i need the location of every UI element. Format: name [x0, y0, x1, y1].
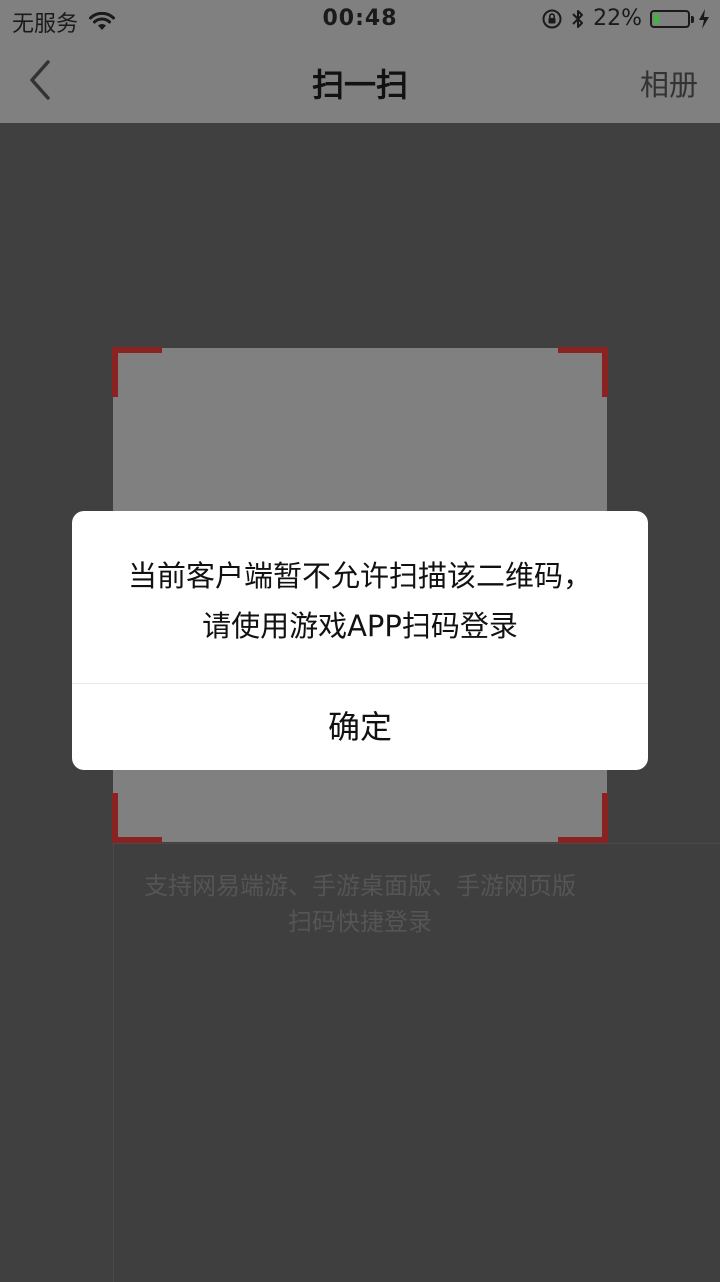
scan-corner-top-left — [112, 347, 162, 397]
orientation-lock-icon — [542, 9, 562, 28]
charging-icon — [699, 8, 709, 29]
header: 无服务 00:48 22% 扫一扫 相册 — [0, 0, 720, 123]
confirm-button[interactable]: 确定 — [72, 684, 648, 770]
bluetooth-icon — [572, 9, 584, 28]
battery-fill — [654, 13, 659, 24]
scan-corner-bottom-left — [112, 793, 162, 843]
dialog-message: 当前客户端暂不允许扫描该二维码， 请使用游戏APP扫码登录 — [72, 551, 648, 651]
nav-bar: 扫一扫 相册 — [0, 40, 720, 123]
album-button[interactable]: 相册 — [640, 62, 698, 104]
scan-corner-top-right — [558, 347, 608, 397]
alert-dialog: 当前客户端暂不允许扫描该二维码， 请使用游戏APP扫码登录 确定 — [72, 511, 648, 770]
scan-hint: 支持网易端游、手游桌面版、手游网页版 扫码快捷登录 — [0, 868, 720, 940]
page-title: 扫一扫 — [311, 66, 408, 104]
status-bar: 无服务 00:48 22% — [0, 0, 720, 40]
dialog-message-line-2: 请使用游戏APP扫码登录 — [202, 609, 518, 643]
status-right: 22% — [541, 6, 710, 31]
dialog-message-line-1: 当前客户端暂不允许扫描该二维码， — [127, 559, 592, 593]
battery-icon — [650, 9, 694, 28]
battery-percent: 22% — [593, 6, 642, 31]
scan-corner-bottom-right — [558, 793, 608, 843]
scan-hint-line-2: 扫码快捷登录 — [288, 908, 432, 936]
scan-hint-line-1: 支持网易端游、手游桌面版、手游网页版 — [144, 872, 576, 900]
